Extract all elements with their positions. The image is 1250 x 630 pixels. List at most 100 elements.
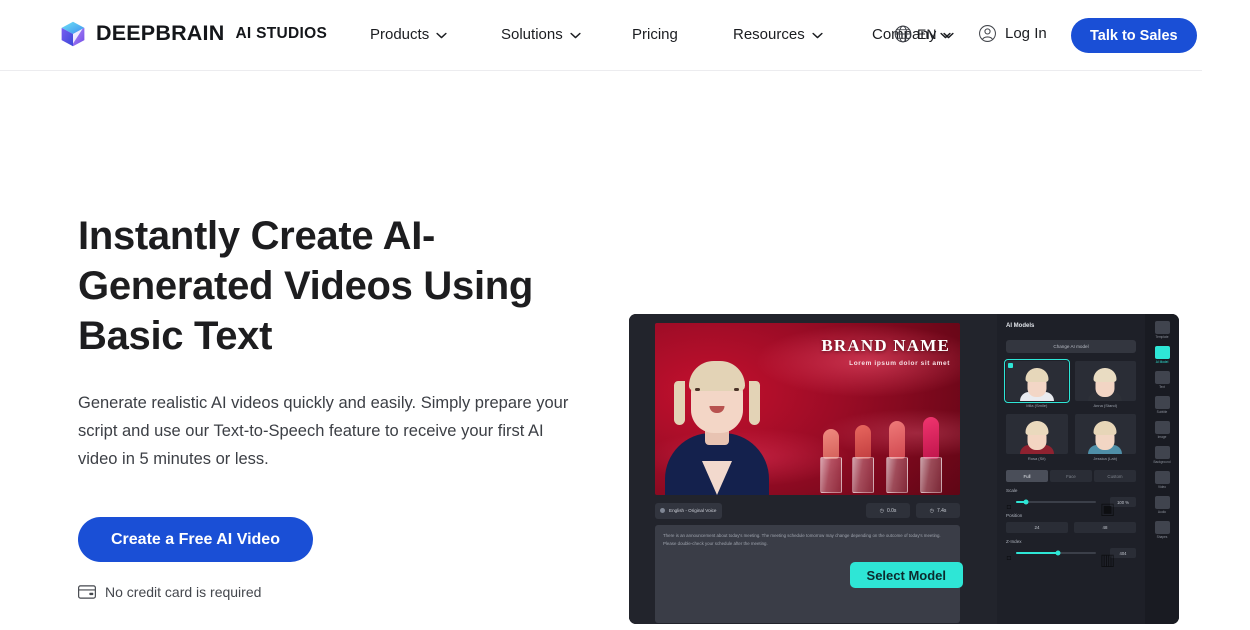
lipstick-product-graphics xyxy=(804,415,954,493)
editor-tool-rail: Template AI Model Text Subtitle Image Ba… xyxy=(1145,314,1179,624)
z-index-label: Z-Index xyxy=(1006,539,1022,544)
ai-model-card[interactable]: Jessica (Lab) xyxy=(1074,414,1136,461)
background-icon xyxy=(1154,446,1170,459)
segment-face[interactable]: Face xyxy=(1050,470,1092,482)
hero-section: Instantly Create AI-Generated Videos Usi… xyxy=(0,71,1202,630)
scale-label: Scale xyxy=(1006,488,1018,493)
stage-brand-text: BRAND NAME Lorem ipsum dolor sit amet xyxy=(821,337,950,367)
nav-label-products: Products xyxy=(370,26,430,43)
text-icon xyxy=(1154,371,1170,384)
editor-main-column: BRAND NAME Lorem ipsum dolor sit amet En… xyxy=(629,314,997,624)
layers-icon[interactable]: ▥ xyxy=(1100,550,1115,569)
brand-suffix: AI STUDIOS xyxy=(235,25,328,43)
site-canvas: DEEPBRAIN AI STUDIOS Products Solutions … xyxy=(0,0,1202,630)
nav-item-solutions[interactable]: Solutions xyxy=(501,26,581,43)
rail-item-shapes[interactable]: Shapes xyxy=(1149,521,1175,539)
chevron-down-icon xyxy=(940,32,952,39)
subtitle-icon xyxy=(1154,396,1170,409)
ai-presenter-avatar xyxy=(663,335,771,495)
position-y-input[interactable]: 48 xyxy=(1074,522,1136,533)
panel-title: AI Models xyxy=(1006,323,1035,329)
brand-logo-link[interactable]: DEEPBRAIN AI STUDIOS xyxy=(59,20,327,48)
rail-item-image[interactable]: Image xyxy=(1149,421,1175,439)
chevron-down-icon xyxy=(812,32,823,39)
rail-label: Text xyxy=(1159,385,1165,389)
voice-icon xyxy=(660,508,665,513)
z-index-slider[interactable] xyxy=(1016,550,1096,556)
create-free-ai-video-button[interactable]: Create a Free AI Video xyxy=(78,517,313,562)
login-label: Log In xyxy=(1005,25,1047,42)
editor-stage-toolbar: English - Original Voice ◷ 0.0s ◷ 7.4s xyxy=(655,500,960,521)
talk-to-sales-button[interactable]: Talk to Sales xyxy=(1071,18,1197,53)
chevron-down-icon xyxy=(436,32,447,39)
hero-copy: Instantly Create AI-Generated Videos Usi… xyxy=(78,211,598,600)
nav-item-products[interactable]: Products xyxy=(370,26,447,43)
z-index-control-row: ▫ ▥ 404 xyxy=(1006,548,1136,569)
timing-controls: ◷ 0.0s ◷ 7.4s xyxy=(866,503,960,518)
ai-model-label: Anna (Stand) xyxy=(1093,403,1118,408)
language-selector[interactable]: EN xyxy=(893,24,952,44)
segment-custom[interactable]: Custom xyxy=(1094,470,1136,482)
change-ai-model-button[interactable]: Change AI model xyxy=(1006,340,1136,353)
selected-check-icon xyxy=(1008,363,1013,368)
user-circle-icon xyxy=(978,24,997,43)
segment-full[interactable]: Full xyxy=(1006,470,1048,482)
end-time-chip[interactable]: ◷ 7.4s xyxy=(916,503,960,518)
brand-name: DEEPBRAIN xyxy=(96,21,225,46)
stage-brand-title: BRAND NAME xyxy=(821,336,950,355)
shapes-icon xyxy=(1154,521,1170,534)
hero-subtitle: Generate realistic AI videos quickly and… xyxy=(78,394,569,468)
voice-selector-chip[interactable]: English - Original Voice xyxy=(655,502,722,519)
ai-model-card[interactable]: Anna (Stand) xyxy=(1074,361,1136,408)
chevron-down-icon xyxy=(570,32,581,39)
nav-label-resources: Resources xyxy=(733,26,805,43)
ai-model-label: Jessica (Lab) xyxy=(1093,456,1118,461)
rail-label: Template xyxy=(1155,335,1169,339)
ai-model-grid: Mila (Smile) Anna (Stand) Rosa (Sit) Jes… xyxy=(1004,359,1136,461)
rail-label: Background xyxy=(1153,460,1171,464)
rail-label: Subtitle xyxy=(1156,410,1168,414)
language-label: EN xyxy=(917,26,937,42)
scale-slider[interactable] xyxy=(1016,499,1096,505)
product-preview-editor: BRAND NAME Lorem ipsum dolor sit amet En… xyxy=(629,314,1179,624)
crop-mode-segmented-control: Full Face Custom xyxy=(1006,470,1136,482)
page-root: DEEPBRAIN AI STUDIOS Products Solutions … xyxy=(0,0,1250,630)
ai-model-card[interactable]: Mila (Smile) xyxy=(1004,359,1070,408)
ai-model-icon xyxy=(1154,346,1170,359)
no-credit-card-label: No credit card is required xyxy=(105,584,262,600)
ai-model-card[interactable]: Rosa (Sit) xyxy=(1006,414,1068,461)
rail-label: Audio xyxy=(1157,510,1167,514)
scale-min-icon: ▫ xyxy=(1006,499,1012,516)
ai-model-label: Mila (Smile) xyxy=(1026,403,1048,408)
scale-control-row: ▫ ▣ 100 % xyxy=(1006,497,1136,518)
lock-icon[interactable]: ▣ xyxy=(1100,499,1115,518)
rail-item-video[interactable]: Video xyxy=(1149,471,1175,489)
rail-item-background[interactable]: Background xyxy=(1149,446,1175,464)
voice-label: English - Original Voice xyxy=(669,508,717,513)
credit-card-icon xyxy=(78,585,96,599)
select-model-button[interactable]: Select Model xyxy=(849,562,963,588)
start-time-chip[interactable]: ◷ 0.0s xyxy=(866,503,910,518)
position-control-row: 24 48 xyxy=(1006,522,1136,533)
position-x-input[interactable]: 24 xyxy=(1006,522,1068,533)
rail-item-ai-model[interactable]: AI Model xyxy=(1149,346,1175,364)
rail-item-text[interactable]: Text xyxy=(1149,371,1175,389)
nav-item-resources[interactable]: Resources xyxy=(733,26,823,43)
rail-item-template[interactable]: Template xyxy=(1149,321,1175,339)
video-stage-preview[interactable]: BRAND NAME Lorem ipsum dolor sit amet xyxy=(655,323,960,495)
image-icon xyxy=(1154,421,1170,434)
stage-brand-subtitle: Lorem ipsum dolor sit amet xyxy=(849,360,950,367)
rail-item-audio[interactable]: Audio xyxy=(1149,496,1175,514)
position-label: Position xyxy=(1006,513,1023,518)
nav-item-pricing[interactable]: Pricing xyxy=(632,26,678,43)
z-index-min-icon: ▫ xyxy=(1006,550,1012,567)
nav-label-solutions: Solutions xyxy=(501,26,563,43)
rail-item-subtitle[interactable]: Subtitle xyxy=(1149,396,1175,414)
ai-model-label: Rosa (Sit) xyxy=(1027,456,1046,461)
no-credit-card-note: No credit card is required xyxy=(78,584,598,600)
globe-icon xyxy=(893,24,913,44)
top-navigation-bar: DEEPBRAIN AI STUDIOS Products Solutions … xyxy=(0,0,1202,71)
rail-label: Image xyxy=(1157,435,1167,439)
page-title: Instantly Create AI-Generated Videos Usi… xyxy=(78,214,534,358)
login-link[interactable]: Log In xyxy=(978,24,1047,43)
